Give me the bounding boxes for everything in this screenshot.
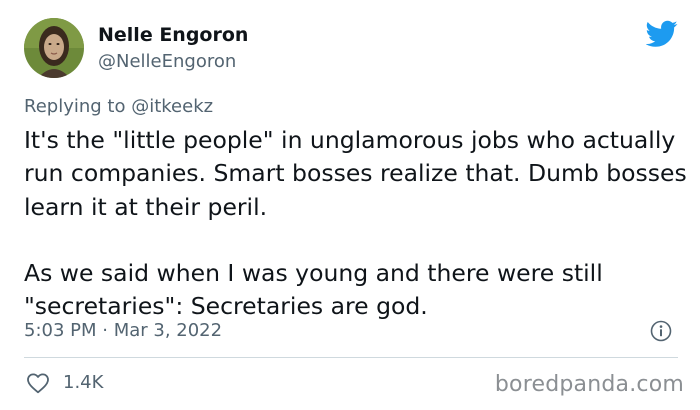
info-icon[interactable] [650,320,672,342]
watermark: boredpanda.com [494,372,684,397]
replying-to: Replying to @itkeekz [24,96,213,117]
like-count: 1.4K [63,372,104,393]
tweet-timestamp[interactable]: 5:03 PM · Mar 3, 2022 [24,320,222,341]
author-handle[interactable]: @NelleEngoron [98,51,236,72]
tweet-paragraph: It's the "little people" in unglamorous … [24,126,687,221]
reply-mention-link[interactable]: @itkeekz [131,96,213,117]
heart-icon[interactable] [26,372,50,394]
author-display-name[interactable]: Nelle Engoron [98,24,248,46]
replying-to-label: Replying to [24,96,132,117]
tweet-paragraph: As we said when I was young and there we… [24,259,603,321]
avatar[interactable] [24,18,84,78]
tweet-text: It's the "little people" in unglamorous … [24,124,694,324]
avatar-image [24,18,84,78]
divider [24,357,678,358]
twitter-bird-icon[interactable] [646,20,678,48]
